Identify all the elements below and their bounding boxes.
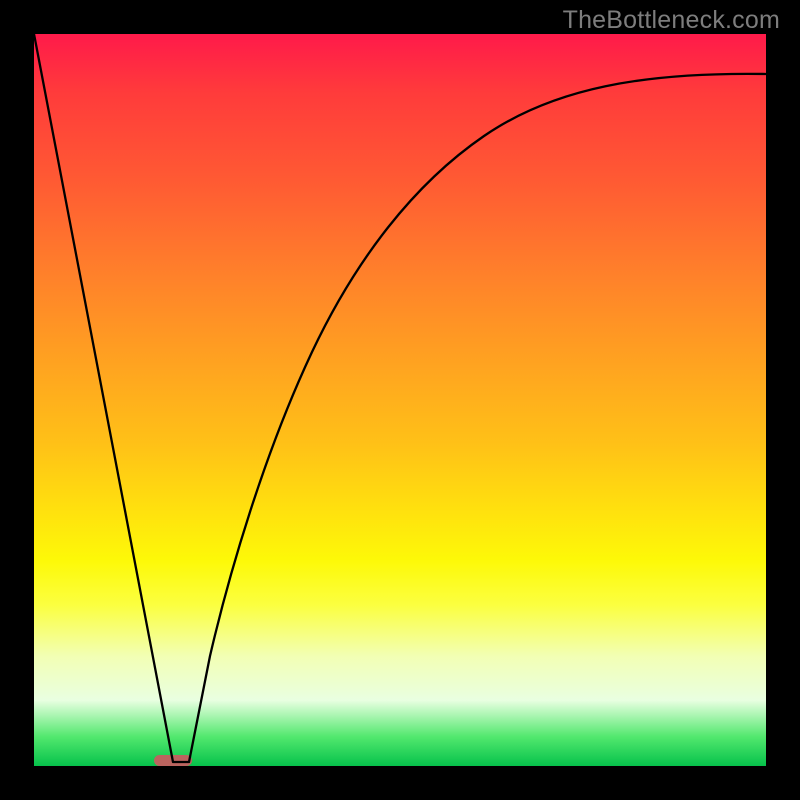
plot-area <box>34 34 766 766</box>
chart-svg <box>34 34 766 766</box>
chart-frame: TheBottleneck.com <box>0 0 800 800</box>
watermark-text: TheBottleneck.com <box>563 6 780 35</box>
bottleneck-curve <box>34 34 766 762</box>
